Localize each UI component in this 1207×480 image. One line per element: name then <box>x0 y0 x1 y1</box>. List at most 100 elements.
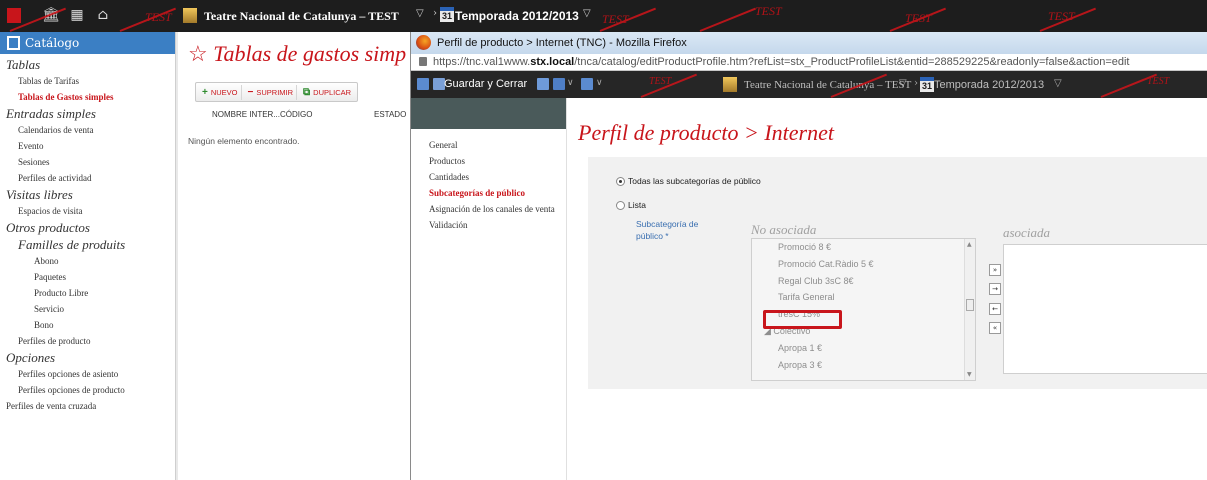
move-all-left-icon[interactable]: « <box>989 322 1001 334</box>
list-item[interactable]: Promoció 8 € <box>752 239 975 256</box>
section-opciones: Opciones <box>0 349 175 366</box>
subsection-familles: Familles de produits <box>0 236 175 253</box>
radio-all-label: Todas las subcategorías de público <box>628 176 761 186</box>
chevron-right-icon: › <box>914 78 918 89</box>
sidebar-item-tablas-gastos[interactable]: Tablas de Gastos simples <box>0 89 175 105</box>
window-titlebar[interactable]: Perfil de producto > Internet (TNC) - Mo… <box>411 32 1207 54</box>
organization-selector[interactable]: Teatre Nacional de Catalunya – TEST <box>744 79 911 91</box>
sidebar-item-opciones-asiento[interactable]: Perfiles opciones de asiento <box>0 366 175 382</box>
chevron-down-icon[interactable]: ∨ <box>596 78 603 88</box>
save-copy-icon[interactable] <box>553 78 565 90</box>
sidebar-item-producto-libre[interactable]: Producto Libre <box>0 285 175 301</box>
home-icon[interactable]: ⌂ <box>95 7 111 23</box>
season-selector[interactable]: Temporada 2012/2013 <box>455 9 579 23</box>
minus-icon: − <box>247 86 254 98</box>
list-item[interactable]: Regal Club 3sC 8€ <box>752 273 975 290</box>
sidebar-item-sesiones[interactable]: Sesiones <box>0 154 175 170</box>
chevron-down-icon[interactable]: ▽ <box>583 8 591 19</box>
lock-icon <box>419 57 427 66</box>
move-all-right-icon[interactable]: » <box>989 264 1001 276</box>
list-item[interactable]: Promoció Cat.Ràdio 5 € <box>752 256 975 273</box>
associated-list[interactable] <box>1003 244 1207 374</box>
column-header-name[interactable]: NOMBRE INTER... <box>212 110 280 119</box>
season-selector[interactable]: Temporada 2012/2013 <box>934 79 1044 91</box>
chevron-down-icon[interactable]: ▽ <box>416 8 424 19</box>
grid-icon[interactable]: ▦ <box>69 7 85 23</box>
new-button[interactable]: + NUEVO <box>199 84 242 100</box>
subcategory-field-label: Subcategoría de público * <box>636 219 699 241</box>
section-visitas-libres: Visitas libres <box>0 186 175 203</box>
sidebar-item-paquetes[interactable]: Paquetes <box>0 269 175 285</box>
column-header-status[interactable]: ESTADO <box>374 110 406 119</box>
app-top-bar: 🏛 ▦ ⌂ Teatre Nacional de Catalunya – TES… <box>0 0 1207 32</box>
radio-all-subcategories[interactable] <box>616 177 625 186</box>
sidebar-header-label: Catálogo <box>25 36 80 50</box>
section-entradas-simples: Entradas simples <box>0 105 175 122</box>
sidebar-item-servicio[interactable]: Servicio <box>0 301 175 317</box>
column-header-code[interactable]: CÓDIGO <box>280 110 312 119</box>
move-right-icon[interactable]: → <box>989 283 1001 295</box>
chevron-right-icon: › <box>433 8 437 19</box>
page-title: ☆ Tablas de gastos simp <box>188 41 407 66</box>
section-otros-productos: Otros productos <box>0 219 175 236</box>
test-watermark: TEST <box>755 4 782 18</box>
sidebar-item-venta-cruzada[interactable]: Perfiles de venta cruzada <box>0 398 175 414</box>
sidebar-item-espacios-visita[interactable]: Espacios de visita <box>0 203 175 219</box>
venue-icon <box>183 8 197 23</box>
section-tablas: Tablas <box>0 56 175 73</box>
sidebar-item-abono[interactable]: Abono <box>0 253 175 269</box>
catalog-icon <box>7 36 20 50</box>
save-new-icon[interactable] <box>537 78 549 90</box>
tab-subcategorias[interactable]: Subcategorías de público <box>411 185 566 201</box>
sidebar-header[interactable]: Catálogo <box>0 32 175 54</box>
delete-button[interactable]: − SUPRIMIR <box>245 84 298 100</box>
catalog-sidebar: Catálogo Tablas Tablas de Tarifas Tablas… <box>0 32 176 480</box>
sidebar-item-opciones-producto[interactable]: Perfiles opciones de producto <box>0 382 175 398</box>
move-left-icon[interactable]: ← <box>989 303 1001 315</box>
url-bar[interactable]: https://tnc.val1www.stx.local/tnca/catal… <box>411 54 1207 71</box>
chevron-down-icon[interactable]: ▽ <box>899 78 907 89</box>
sidebar-item-calendarios[interactable]: Calendarios de venta <box>0 122 175 138</box>
list-item[interactable]: Tarifa General <box>752 289 975 306</box>
scroll-up-icon[interactable]: ▲ <box>967 241 972 248</box>
not-associated-items: Promoció 8 € Promoció Cat.Ràdio 5 € Regal … <box>752 239 975 373</box>
tab-general[interactable]: General <box>411 137 566 153</box>
calendar-icon: 31 <box>440 7 454 22</box>
navigate-icon[interactable] <box>581 78 593 90</box>
test-watermark: TEST <box>1147 76 1170 87</box>
sidebar-item-perfiles-producto[interactable]: Perfiles de producto <box>0 333 175 349</box>
tab-cantidades[interactable]: Cantidades <box>411 169 566 185</box>
sidebar-item-bono[interactable]: Bono <box>0 317 175 333</box>
highlighted-item-outline <box>763 310 842 329</box>
firefox-popup-window: Perfil de producto > Internet (TNC) - Mo… <box>410 32 1207 480</box>
sidebar-item-perfiles-actividad[interactable]: Perfiles de actividad <box>0 170 175 186</box>
duplicate-button[interactable]: ⧉ DUPLICAR <box>300 85 354 100</box>
calendar-icon: 31 <box>920 77 934 92</box>
radio-list[interactable] <box>616 201 625 210</box>
nav-header <box>411 98 566 129</box>
copy-icon: ⧉ <box>303 86 311 98</box>
form-tabs-nav: General Productos Cantidades Subcategorí… <box>411 98 567 480</box>
chevron-down-icon[interactable]: ▽ <box>1054 78 1062 89</box>
test-watermark: TEST <box>602 12 629 26</box>
sidebar-item-tablas-tarifas[interactable]: Tablas de Tarifas <box>0 73 175 89</box>
url-text[interactable]: https://tnc.val1www.stx.local/tnca/catal… <box>433 56 1130 68</box>
tab-validacion[interactable]: Validación <box>411 217 566 233</box>
list-item[interactable]: Apropa 1 € <box>752 340 975 357</box>
chevron-down-icon[interactable]: ∨ <box>567 78 574 88</box>
list-item[interactable]: Apropa 3 € <box>752 357 975 374</box>
save-close-button[interactable]: Guardar y Cerrar <box>444 78 527 90</box>
organization-selector[interactable]: Teatre Nacional de Catalunya – TEST <box>204 9 399 24</box>
test-watermark: TEST <box>905 11 932 25</box>
tab-canales-venta[interactable]: Asignación de los canales de venta <box>411 201 566 217</box>
radio-list-label: Lista <box>628 200 646 210</box>
scroll-thumb[interactable] <box>966 299 974 311</box>
star-icon[interactable]: ☆ <box>188 41 208 66</box>
save-icon[interactable] <box>417 78 429 90</box>
tab-productos[interactable]: Productos <box>411 153 566 169</box>
list-panel: ☆ Tablas de gastos simp + NUEVO − SUPRIMIR… <box>178 32 410 480</box>
scroll-down-icon[interactable]: ▼ <box>967 371 972 378</box>
sidebar-item-evento[interactable]: Evento <box>0 138 175 154</box>
list-scrollbar[interactable]: ▲ ▼ <box>964 239 975 380</box>
window-title: Perfil de producto > Internet (TNC) - Mo… <box>437 37 687 49</box>
